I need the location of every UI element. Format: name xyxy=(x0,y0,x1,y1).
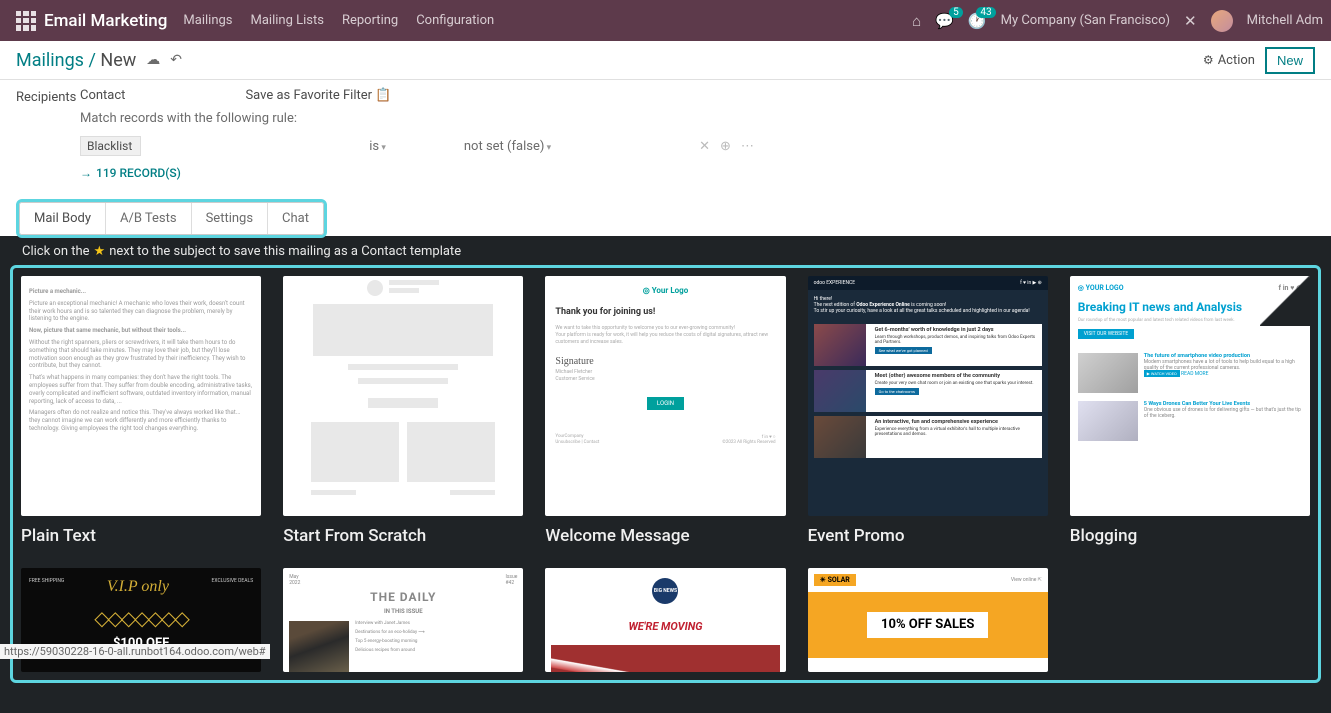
rule-delete-icon[interactable]: ✕ xyxy=(699,139,710,154)
template-title: Event Promo xyxy=(808,526,1048,546)
template-solar[interactable]: ☀ SOLARView online ⇱ 10% OFF SALES xyxy=(808,568,1048,672)
template-title: Plain Text xyxy=(21,526,261,546)
action-menu[interactable]: Action xyxy=(1203,53,1255,68)
template-start-from-scratch[interactable]: Start From Scratch xyxy=(283,276,523,546)
template-area: Click on the ★ next to the subject to sa… xyxy=(0,236,1331,713)
template-plain-text[interactable]: Picture a mechanic... Picture an excepti… xyxy=(21,276,261,546)
template-thumb: BIG NEWS WE'RE MOVING xyxy=(545,568,785,672)
records-count-link[interactable]: 119 RECORD(S) xyxy=(80,166,181,180)
app-brand[interactable]: Email Marketing xyxy=(44,11,167,31)
rule-description: Match records with the following rule: xyxy=(80,111,1315,126)
breadcrumb-current: New xyxy=(100,50,136,71)
messages-badge: 5 xyxy=(949,7,963,18)
company-selector[interactable]: My Company (San Francisco) xyxy=(1001,13,1170,28)
template-moving[interactable]: BIG NEWS WE'RE MOVING xyxy=(545,568,785,672)
template-grid-highlight: Picture a mechanic... Picture an excepti… xyxy=(10,265,1321,683)
nav-mailings[interactable]: Mailings xyxy=(183,13,232,28)
nav-mailing-lists[interactable]: Mailing Lists xyxy=(251,13,324,28)
avatar[interactable] xyxy=(1211,10,1233,32)
recipients-value[interactable]: Contact xyxy=(80,88,125,103)
template-thumb: Picture a mechanic... Picture an excepti… xyxy=(21,276,261,516)
rule-add-icon[interactable]: ⊕ xyxy=(720,139,731,154)
filter-rule-row: Blacklist is not set (false) ✕ ⊕ ⋯ xyxy=(80,136,1315,156)
activities-icon[interactable]: 🕐43 xyxy=(968,12,987,30)
template-welcome-message[interactable]: ◎ Your Logo Thank you for joining us! We… xyxy=(545,276,785,546)
cloud-save-icon[interactable]: ☁ xyxy=(146,52,160,68)
discard-icon[interactable]: ↶ xyxy=(170,52,182,68)
template-thumb: ◎ Your Logo Thank you for joining us! We… xyxy=(545,276,785,516)
template-thumb: ◎ YOUR LOGOf in ♥ ⊙ Breaking IT news and… xyxy=(1070,276,1310,516)
activities-badge: 43 xyxy=(976,7,995,18)
help-icon[interactable]: ⌂ xyxy=(912,12,921,30)
tabs-highlight: Mail Body A/B Tests Settings Chat xyxy=(16,199,327,238)
breadcrumb-parent[interactable]: Mailings xyxy=(16,50,84,71)
template-grid: Picture a mechanic... Picture an excepti… xyxy=(21,276,1310,672)
rule-value[interactable]: not set (false) xyxy=(394,139,551,154)
template-blogging[interactable]: ◎ YOUR LOGOf in ♥ ⊙ Breaking IT news and… xyxy=(1070,276,1310,546)
template-daily[interactable]: May2022Issue#42 THE DAILY IN THIS ISSUE … xyxy=(283,568,523,672)
template-thumb: ☀ SOLARView online ⇱ 10% OFF SALES xyxy=(808,568,1048,672)
debug-icon[interactable]: ✕ xyxy=(1184,12,1197,30)
template-title: Start From Scratch xyxy=(283,526,523,546)
tab-ab-tests[interactable]: A/B Tests xyxy=(106,203,192,234)
template-thumb: May2022Issue#42 THE DAILY IN THIS ISSUE … xyxy=(283,568,523,672)
nav-right: ⌂ 💬5 🕐43 My Company (San Francisco) ✕ Mi… xyxy=(912,10,1323,32)
template-title: Welcome Message xyxy=(545,526,785,546)
nav-menu: Mailings Mailing Lists Reporting Configu… xyxy=(183,13,494,28)
rule-operator[interactable]: is xyxy=(149,139,386,154)
template-hint: Click on the ★ next to the subject to sa… xyxy=(0,236,1331,265)
form-area: Recipients Contact Save as Favorite Filt… xyxy=(0,80,1331,181)
messages-icon[interactable]: 💬5 xyxy=(935,12,954,30)
nav-configuration[interactable]: Configuration xyxy=(416,13,494,28)
apps-icon[interactable] xyxy=(16,11,36,31)
tab-settings[interactable]: Settings xyxy=(192,203,268,234)
tab-chat[interactable]: Chat xyxy=(268,203,323,234)
status-url: https://59030228-16-0-all.runbot164.odoo… xyxy=(0,644,270,659)
save-filter-button[interactable]: Save as Favorite Filter 📋 xyxy=(245,88,391,111)
top-navbar: Email Marketing Mailings Mailing Lists R… xyxy=(0,0,1331,41)
nav-reporting[interactable]: Reporting xyxy=(342,13,398,28)
template-title: Blogging xyxy=(1070,526,1310,546)
template-thumb: odoo EXPERIENCEf ♥ in ▶ ⊕ Hi there!The n… xyxy=(808,276,1048,516)
new-button[interactable]: New xyxy=(1265,47,1315,74)
template-thumb xyxy=(283,276,523,516)
rule-field-selector[interactable]: Blacklist xyxy=(80,136,141,156)
rule-more-icon[interactable]: ⋯ xyxy=(741,139,754,154)
username: Mitchell Adm xyxy=(1247,13,1323,28)
breadcrumb: Mailings / New xyxy=(16,50,136,71)
tab-mail-body[interactable]: Mail Body xyxy=(20,203,106,234)
recipients-label: Recipients xyxy=(16,88,80,105)
template-event-promo[interactable]: odoo EXPERIENCEf ♥ in ▶ ⊕ Hi there!The n… xyxy=(808,276,1048,546)
star-icon: ★ xyxy=(94,244,106,259)
breadcrumb-bar: Mailings / New ☁ ↶ Action New xyxy=(0,41,1331,80)
